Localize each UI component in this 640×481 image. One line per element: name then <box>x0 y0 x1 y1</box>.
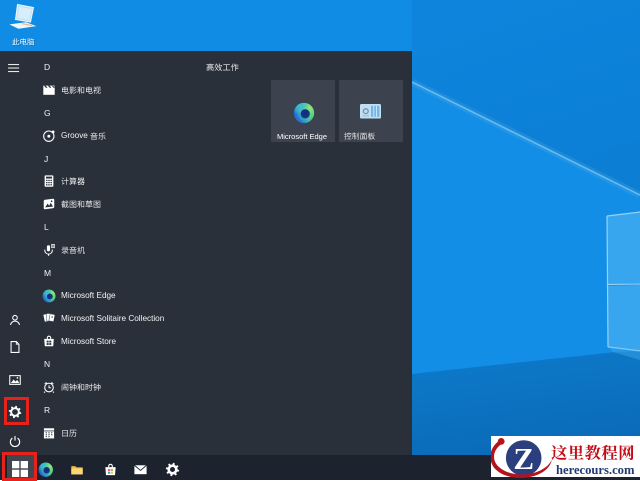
svg-text:Z: Z <box>513 441 534 476</box>
